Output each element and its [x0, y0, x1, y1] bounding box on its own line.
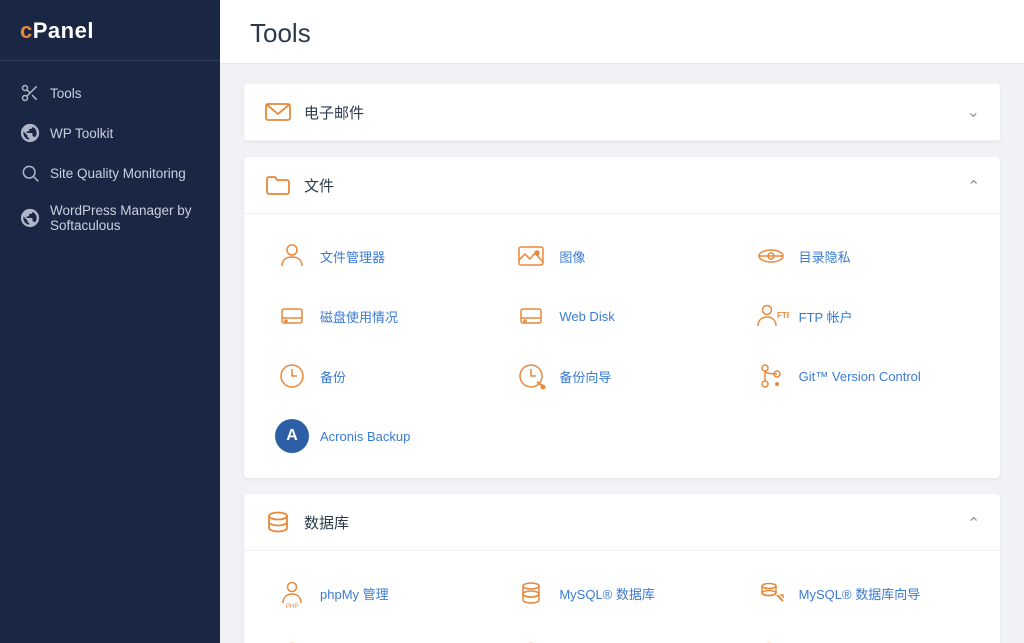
sidebar-item-tools[interactable]: Tools: [0, 73, 220, 113]
databases-section-header[interactable]: 数据库 ⌄: [244, 494, 1000, 551]
backup-wizard-icon: [513, 358, 549, 394]
files-chevron-icon: ⌄: [967, 175, 980, 195]
files-section-icon: [264, 171, 292, 199]
databases-header-left: 数据库: [264, 508, 349, 536]
files-header-left: 文件: [264, 171, 334, 199]
acronis-icon: A: [274, 418, 310, 454]
page-title: Tools: [250, 18, 994, 49]
acronis-label: Acronis Backup: [320, 429, 410, 444]
databases-tool-grid: PHP phpMy 管理: [268, 571, 976, 643]
logo-text: cPanel: [20, 18, 94, 43]
remote-mysql-icon: [274, 635, 310, 643]
mysql-wizard-label: MySQL® 数据库向导: [799, 584, 921, 603]
tool-acronis[interactable]: A Acronis Backup: [268, 414, 497, 458]
images-icon: [513, 238, 549, 274]
main-header: Tools: [220, 0, 1024, 64]
web-disk-icon: [513, 298, 549, 334]
ftp-accounts-icon: FTP: [753, 298, 789, 334]
databases-chevron-icon: ⌄: [967, 512, 980, 532]
files-section-header[interactable]: 文件 ⌄: [244, 157, 1000, 214]
file-manager-label: 文件管理器: [320, 247, 385, 266]
main-content: Tools 电子邮件 ⌄: [220, 0, 1024, 643]
mysql-db-label: MySQL® 数据库: [559, 584, 655, 603]
databases-section: 数据库 ⌄ PHP phpMy 管理: [244, 494, 1000, 643]
postgresql-icon: [513, 635, 549, 643]
databases-section-body: PHP phpMy 管理: [244, 551, 1000, 643]
files-section: 文件 ⌄ 文件管理器: [244, 157, 1000, 478]
tool-ftp-accounts[interactable]: FTP FTP 帐户: [747, 294, 976, 338]
wordpress-icon-1: [20, 123, 40, 143]
svg-text:PHP: PHP: [286, 604, 298, 609]
sidebar-item-site-quality-label: Site Quality Monitoring: [50, 166, 186, 181]
tool-file-manager[interactable]: 文件管理器: [268, 234, 497, 278]
phpmyadmin-label: phpMy 管理: [320, 584, 389, 603]
sidebar-item-wordpress-manager[interactable]: WordPress Manager by Softaculous: [0, 193, 220, 243]
tool-postgresql-wizard[interactable]: PostgreSQL 数据库向导: [747, 631, 976, 643]
email-header-left: 电子邮件: [264, 98, 364, 126]
tool-mysql-wizard[interactable]: MySQL® 数据库向导: [747, 571, 976, 615]
tool-postgresql[interactable]: PostgreSQL 数据库: [507, 631, 736, 643]
tool-backup[interactable]: 备份: [268, 354, 497, 398]
sidebar-item-tools-label: Tools: [50, 86, 82, 101]
sidebar: cPanel Tools WP Toolkit Site Quality Mon…: [0, 0, 220, 643]
sidebar-item-wordpress-manager-label: WordPress Manager by Softaculous: [50, 203, 200, 233]
ftp-accounts-label: FTP 帐户: [799, 307, 853, 326]
sidebar-item-site-quality[interactable]: Site Quality Monitoring: [0, 153, 220, 193]
tool-backup-wizard[interactable]: 备份向导: [507, 354, 736, 398]
tool-mysql-db[interactable]: MySQL® 数据库: [507, 571, 736, 615]
mysql-db-icon: [513, 575, 549, 611]
files-section-title: 文件: [304, 175, 334, 196]
files-tool-grid: 文件管理器 图像: [268, 234, 976, 458]
sidebar-nav: Tools WP Toolkit Site Quality Monitoring…: [0, 61, 220, 255]
sidebar-logo: cPanel: [0, 0, 220, 61]
email-section-icon: [264, 98, 292, 126]
databases-section-icon: [264, 508, 292, 536]
tool-git-version[interactable]: Git™ Version Control: [747, 354, 976, 398]
images-label: 图像: [559, 247, 585, 266]
databases-section-title: 数据库: [304, 512, 349, 533]
disk-usage-icon: [274, 298, 310, 334]
scissors-icon: [20, 83, 40, 103]
files-section-body: 文件管理器 图像: [244, 214, 1000, 478]
web-disk-label: Web Disk: [559, 309, 614, 324]
backup-label: 备份: [320, 367, 346, 386]
backup-icon: [274, 358, 310, 394]
mysql-wizard-icon: [753, 575, 789, 611]
tool-images[interactable]: 图像: [507, 234, 736, 278]
tool-web-disk[interactable]: Web Disk: [507, 294, 736, 338]
tool-dir-privacy[interactable]: 目录隐私: [747, 234, 976, 278]
tool-disk-usage[interactable]: 磁盘使用情况: [268, 294, 497, 338]
dir-privacy-label: 目录隐私: [799, 247, 851, 266]
dir-privacy-icon: [753, 238, 789, 274]
disk-usage-label: 磁盘使用情况: [320, 307, 398, 326]
sidebar-item-wp-toolkit-label: WP Toolkit: [50, 126, 113, 141]
email-section-header[interactable]: 电子邮件 ⌄: [244, 84, 1000, 141]
tool-remote-mysql[interactable]: 远程 MySQL®: [268, 631, 497, 643]
svg-text:FTP: FTP: [777, 311, 789, 320]
git-version-icon: [753, 358, 789, 394]
email-chevron-icon: ⌄: [967, 102, 980, 122]
wordpress-icon-2: [20, 208, 40, 228]
phpmyadmin-icon: PHP: [274, 575, 310, 611]
sidebar-item-wp-toolkit[interactable]: WP Toolkit: [0, 113, 220, 153]
email-section: 电子邮件 ⌄: [244, 84, 1000, 141]
backup-wizard-label: 备份向导: [559, 367, 611, 386]
postgresql-wizard-icon: [753, 635, 789, 643]
search-icon: [20, 163, 40, 183]
tool-phpmyadmin[interactable]: PHP phpMy 管理: [268, 571, 497, 615]
git-version-label: Git™ Version Control: [799, 369, 921, 384]
content-area: 电子邮件 ⌄ 文件 ⌄: [220, 64, 1024, 643]
file-manager-icon: [274, 238, 310, 274]
email-section-title: 电子邮件: [304, 102, 364, 123]
